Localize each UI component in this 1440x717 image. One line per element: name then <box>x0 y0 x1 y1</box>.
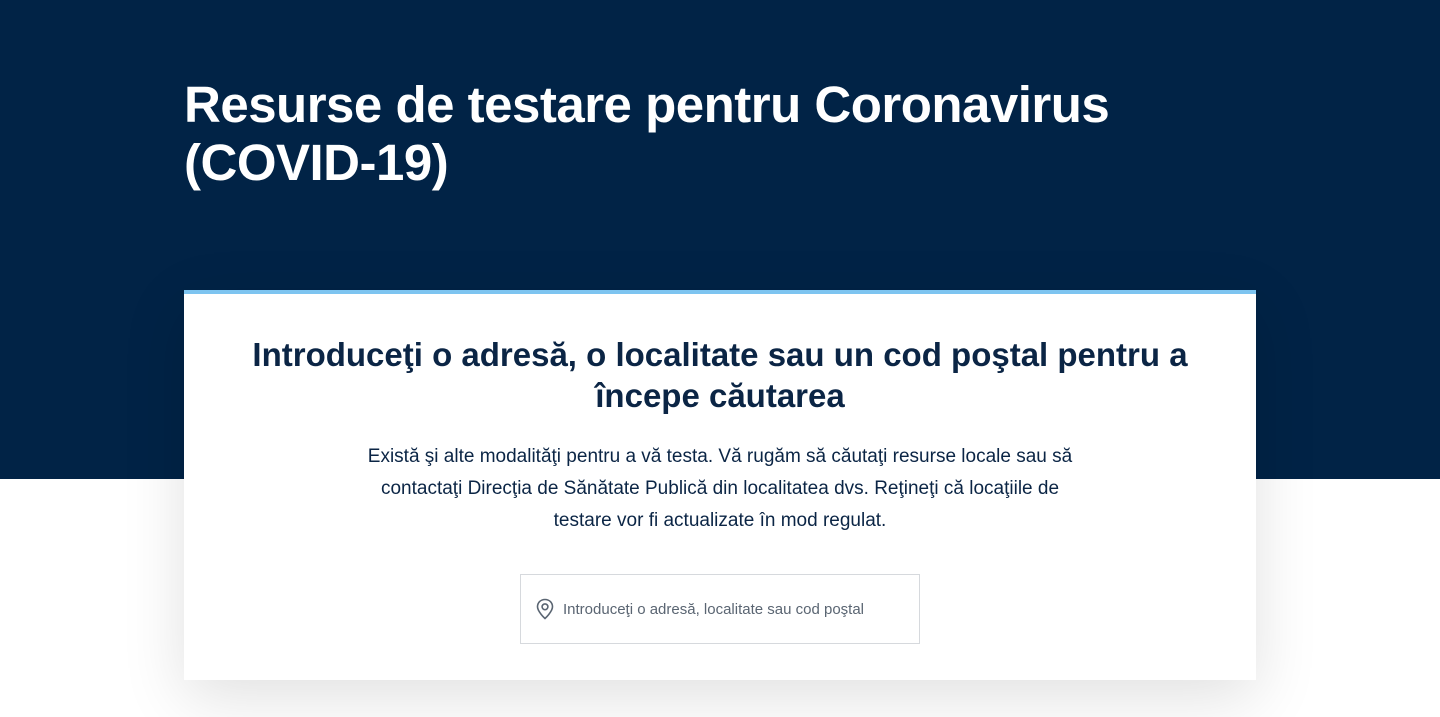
page: Resurse de testare pentru Coronavirus (C… <box>0 0 1440 717</box>
search-input[interactable] <box>563 575 913 643</box>
search-field[interactable] <box>520 574 920 644</box>
search-card: Introduceţi o adresă, o localitate sau u… <box>184 290 1256 680</box>
search-card-description: Există şi alte modalităţi pentru a vă te… <box>367 446 1073 531</box>
location-pin-icon <box>535 598 555 620</box>
page-title: Resurse de testare pentru Coronavirus (C… <box>184 76 1110 191</box>
search-card-heading: Introduceţi o adresă, o localitate sau u… <box>252 336 1188 414</box>
